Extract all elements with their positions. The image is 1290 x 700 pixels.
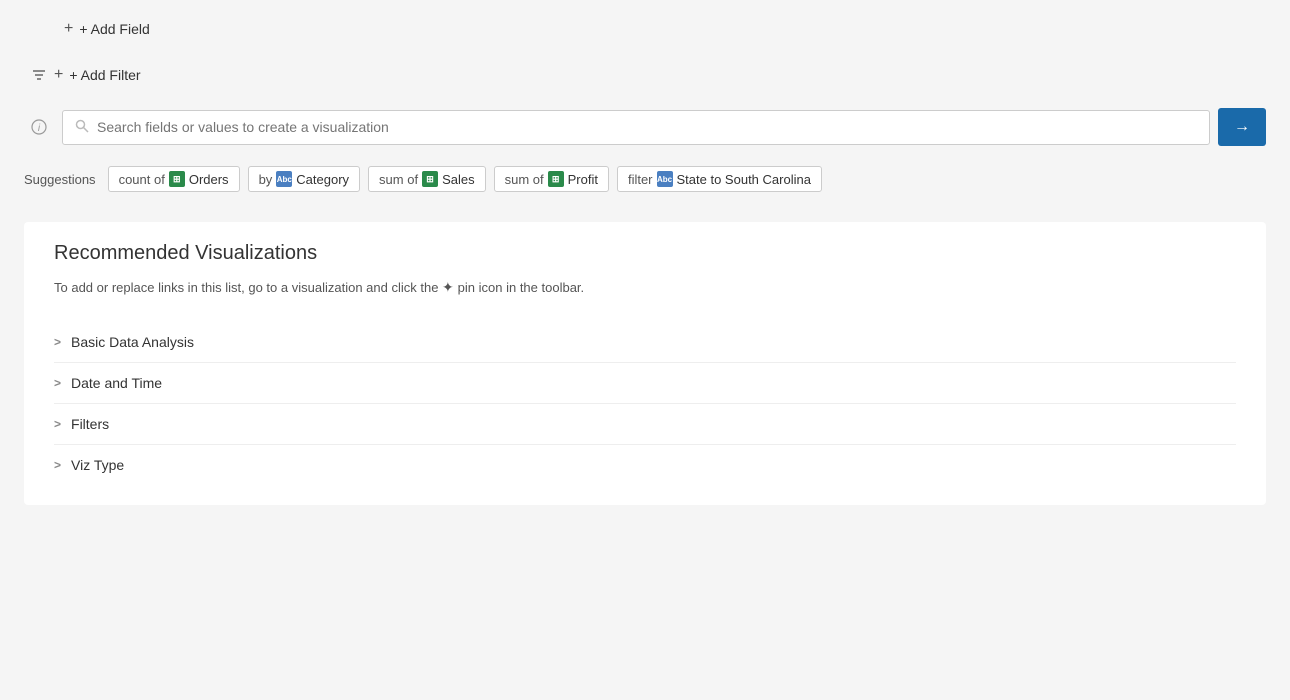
suggestion-chip-orders[interactable]: count of ⊞ Orders xyxy=(108,166,240,192)
abc-icon-state: Abc xyxy=(657,171,673,187)
svg-text:i: i xyxy=(38,123,41,134)
add-field-button[interactable]: + + Add Field xyxy=(64,16,150,42)
chevron-right-icon-datetime: > xyxy=(54,376,61,390)
filter-icon xyxy=(24,67,54,83)
viz-item-basic-label: Basic Data Analysis xyxy=(71,334,194,350)
chip-label-category: Category xyxy=(296,172,349,187)
chip-prefix-profit: sum of xyxy=(505,172,544,187)
recommended-section: Recommended Visualizations To add or rep… xyxy=(24,222,1266,505)
chip-label-state: State to South Carolina xyxy=(677,172,811,187)
viz-list: > Basic Data Analysis > Date and Time > … xyxy=(54,322,1236,485)
table-icon-sales: ⊞ xyxy=(422,171,438,187)
chip-label-orders: Orders xyxy=(189,172,229,187)
suggestion-chip-profit[interactable]: sum of ⊞ Profit xyxy=(494,166,609,192)
chevron-right-icon-viztype: > xyxy=(54,458,61,472)
plus-icon-filter: + xyxy=(54,66,63,84)
chevron-right-icon-filters: > xyxy=(54,417,61,431)
info-icon: i xyxy=(24,119,54,135)
chip-prefix-state: filter xyxy=(628,172,653,187)
chip-prefix-orders: count of xyxy=(119,172,165,187)
search-container xyxy=(62,110,1210,145)
chip-label-sales: Sales xyxy=(442,172,475,187)
recommended-title: Recommended Visualizations xyxy=(54,242,1236,265)
viz-item-viztype-label: Viz Type xyxy=(71,457,124,473)
viz-item-filters-label: Filters xyxy=(71,416,109,432)
chip-label-profit: Profit xyxy=(568,172,598,187)
viz-item-datetime-label: Date and Time xyxy=(71,375,162,391)
suggestions-label: Suggestions xyxy=(24,172,96,187)
suggestion-chip-sales[interactable]: sum of ⊞ Sales xyxy=(368,166,486,192)
abc-icon-category: Abc xyxy=(276,171,292,187)
add-filter-button[interactable]: + + Add Filter xyxy=(54,62,141,88)
table-icon-orders: ⊞ xyxy=(169,171,185,187)
chip-prefix-category: by xyxy=(259,172,273,187)
pin-icon-inline: ✦ xyxy=(442,279,458,295)
viz-item-filters[interactable]: > Filters xyxy=(54,404,1236,445)
search-icon xyxy=(75,119,89,136)
search-submit-button[interactable]: → xyxy=(1218,108,1266,146)
recommended-desc: To add or replace links in this list, go… xyxy=(54,277,1236,298)
table-icon-profit: ⊞ xyxy=(548,171,564,187)
viz-item-basic[interactable]: > Basic Data Analysis xyxy=(54,322,1236,363)
suggestion-chip-state[interactable]: filter Abc State to South Carolina xyxy=(617,166,822,192)
viz-item-datetime[interactable]: > Date and Time xyxy=(54,363,1236,404)
suggestion-chip-category[interactable]: by Abc Category xyxy=(248,166,360,192)
add-field-label: + Add Field xyxy=(79,21,149,37)
chevron-right-icon-basic: > xyxy=(54,335,61,349)
add-filter-label: + Add Filter xyxy=(69,67,140,83)
viz-item-viztype[interactable]: > Viz Type xyxy=(54,445,1236,485)
chip-prefix-sales: sum of xyxy=(379,172,418,187)
plus-icon: + xyxy=(64,20,73,38)
suggestions-row: Suggestions count of ⊞ Orders by Abc Cat… xyxy=(24,166,1266,192)
arrow-right-icon: → xyxy=(1234,118,1250,136)
search-input[interactable] xyxy=(97,119,1197,135)
